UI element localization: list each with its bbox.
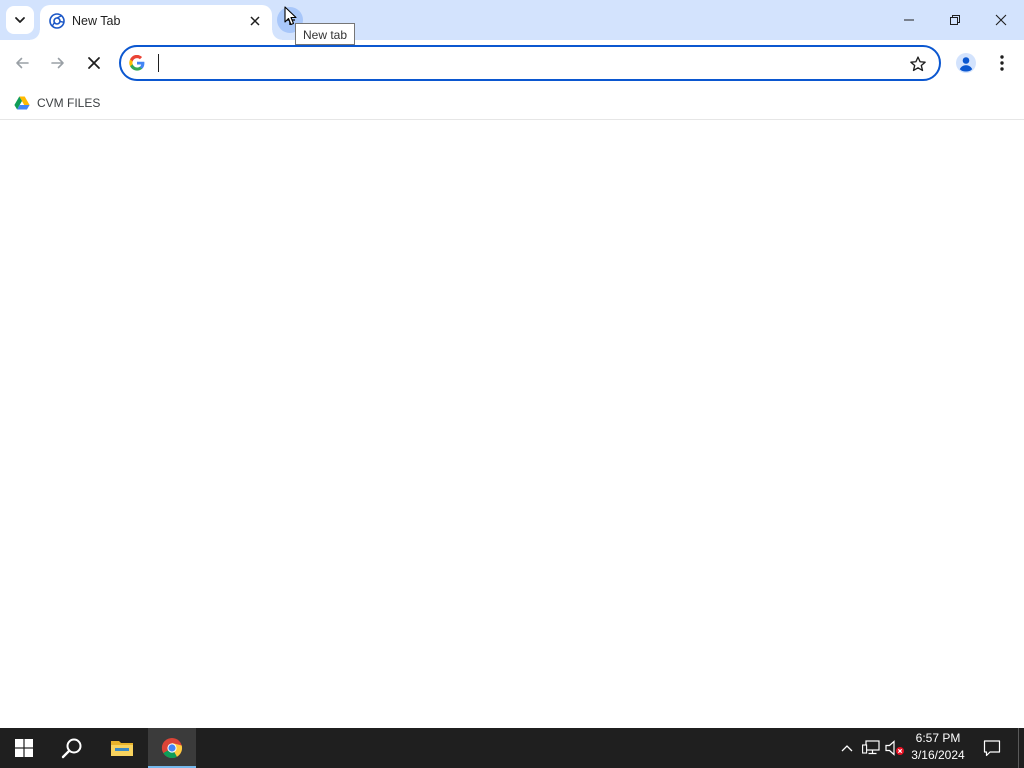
file-explorer-button[interactable] (98, 728, 146, 768)
chevron-up-icon (841, 745, 853, 752)
kebab-menu-icon (1000, 55, 1004, 71)
volume-button[interactable] (884, 728, 906, 768)
clock-time: 6:57 PM (915, 731, 961, 745)
arrow-left-icon (16, 57, 29, 69)
chrome-icon (161, 738, 183, 759)
address-bar[interactable] (119, 45, 941, 81)
network-button[interactable] (860, 728, 882, 768)
tray-overflow-button[interactable] (838, 728, 856, 768)
avatar-icon (956, 53, 976, 73)
file-explorer-icon (111, 741, 133, 756)
tab-strip: New Tab New tab (0, 0, 1024, 45)
menu-button[interactable] (986, 47, 1018, 79)
profile-button[interactable] (950, 47, 982, 79)
mouse-cursor-icon (284, 6, 297, 26)
minimize-button[interactable] (886, 0, 932, 40)
notifications-icon (983, 740, 1001, 757)
google-g-icon (129, 55, 145, 71)
star-icon (910, 56, 926, 72)
chrome-newtab-favicon-icon (49, 13, 65, 29)
bookmark-star-button[interactable] (907, 53, 929, 75)
stop-loading-button[interactable] (78, 47, 110, 79)
volume-muted-icon (885, 740, 904, 756)
search-icon (61, 738, 82, 759)
google-drive-icon (14, 96, 30, 110)
close-icon (250, 16, 260, 26)
taskbar-search-button[interactable] (48, 728, 96, 768)
close-icon (995, 14, 1007, 26)
address-input[interactable] (155, 52, 895, 74)
taskbar: 6:57 PM 3/16/2024 (0, 728, 1024, 768)
chevron-down-icon (15, 17, 25, 23)
network-icon (862, 740, 880, 755)
tab-close-button[interactable] (246, 12, 264, 30)
minimize-icon (904, 19, 914, 21)
text-caret (158, 54, 159, 72)
start-button[interactable] (0, 728, 48, 768)
browser-toolbar (0, 40, 1024, 86)
forward-button[interactable] (42, 47, 74, 79)
clock-date: 3/16/2024 (911, 748, 965, 762)
close-window-button[interactable] (978, 0, 1024, 40)
restore-icon (950, 15, 960, 25)
windows-logo-icon (15, 739, 33, 757)
tab-title: New Tab (72, 14, 121, 28)
restore-button[interactable] (932, 0, 978, 40)
page-content (0, 120, 1024, 728)
taskbar-clock[interactable]: 6:57 PM 3/16/2024 (906, 730, 970, 766)
chrome-taskbar-button[interactable] (148, 728, 196, 768)
close-icon (88, 57, 100, 69)
tab-new-tab[interactable]: New Tab (30, 5, 282, 40)
arrow-right-icon (51, 57, 64, 69)
notifications-button[interactable] (978, 728, 1006, 768)
show-desktop-button[interactable] (1018, 728, 1024, 768)
new-tab-tooltip: New tab (295, 23, 356, 45)
bookmark-label: CVM FILES (37, 96, 101, 110)
bookmark-cvm-files[interactable]: CVM FILES (8, 90, 106, 116)
back-button[interactable] (6, 47, 38, 79)
bookmarks-bar: CVM FILES (0, 86, 1024, 120)
